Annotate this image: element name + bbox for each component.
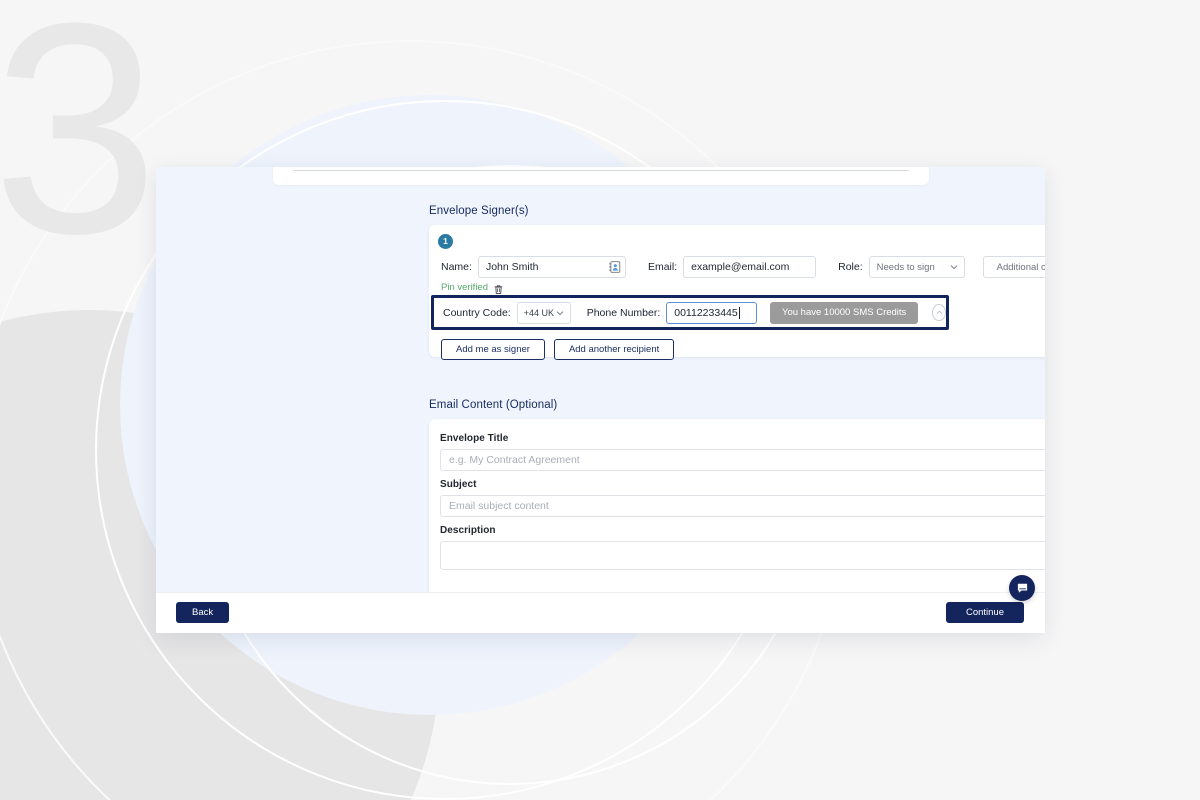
- signer-card: 1 Name: John Smith Email: example@email.…: [429, 225, 1045, 360]
- chevron-down-icon: [950, 263, 958, 271]
- subject-field-group: Subject Email subject content: [440, 479, 1045, 517]
- wizard-scroll-area[interactable]: Envelope Signer(s) 1 Name: John Smith Em…: [156, 167, 1045, 592]
- name-label: Name:: [441, 261, 472, 273]
- trash-icon[interactable]: [493, 282, 504, 294]
- phone-number-label: Phone Number:: [586, 306, 661, 319]
- email-input[interactable]: example@email.com: [683, 256, 817, 278]
- subject-label: Subject: [440, 479, 477, 490]
- phone-number-input[interactable]: 00112233445: [666, 301, 758, 324]
- chevron-up-icon: [936, 310, 942, 314]
- signer-actions-row: Add me as signer Add another recipient: [441, 339, 675, 360]
- country-code-select[interactable]: +44 UK: [516, 301, 571, 324]
- additional-options-value: Additional options: [996, 261, 1045, 273]
- continue-button[interactable]: Continue: [945, 602, 1024, 623]
- email-label: Email:: [647, 261, 678, 273]
- envelope-title-label: Envelope Title: [440, 433, 509, 444]
- subject-input[interactable]: Email subject content: [440, 495, 1045, 517]
- description-field-group: Description: [440, 525, 1045, 570]
- add-me-as-signer-button[interactable]: Add me as signer: [441, 339, 545, 360]
- step-number-watermark: 3: [0, 0, 159, 296]
- section-title-email-content: Email Content (Optional): [429, 399, 558, 411]
- name-input-value: John Smith: [485, 261, 539, 273]
- back-button[interactable]: Back: [176, 602, 230, 623]
- collapse-toggle-button[interactable]: [932, 304, 946, 321]
- country-code-label: Country Code:: [443, 306, 511, 319]
- country-code-value: +44 UK: [523, 307, 554, 318]
- chevron-down-icon: [556, 309, 564, 317]
- pin-status-row: Pin verified: [441, 282, 504, 294]
- additional-options-select[interactable]: Additional options: [982, 256, 1045, 278]
- phone-number-highlight-region: Country Code: +44 UK Phone Number: 00112…: [431, 295, 949, 330]
- description-label: Description: [440, 525, 496, 536]
- signer-index-badge: 1: [438, 234, 453, 249]
- role-label: Role:: [838, 261, 863, 273]
- name-input[interactable]: John Smith: [477, 256, 626, 278]
- phone-number-value: 00112233445: [674, 306, 738, 319]
- role-select[interactable]: Needs to sign: [868, 256, 965, 278]
- chat-launcher-button[interactable]: [1009, 575, 1035, 601]
- chat-bubble-icon: [1017, 583, 1027, 593]
- email-content-card: Envelope Title e.g. My Contract Agreemen…: [429, 419, 1045, 592]
- address-book-icon[interactable]: [608, 261, 621, 274]
- envelope-title-input[interactable]: e.g. My Contract Agreement: [440, 449, 1045, 471]
- sms-credits-tooltip: You have 10000 SMS Credits: [770, 301, 919, 324]
- pin-status-label: Pin verified: [441, 282, 488, 293]
- add-another-recipient-button[interactable]: Add another recipient: [553, 339, 675, 360]
- description-textarea[interactable]: [440, 541, 1045, 570]
- envelope-title-field-group: Envelope Title e.g. My Contract Agreemen…: [440, 433, 1045, 471]
- wizard-footer: Back Continue: [156, 592, 1045, 633]
- signer-primary-fields-row: Name: John Smith Email: example@email.co…: [441, 256, 1045, 278]
- divider-line: [293, 170, 909, 171]
- section-title-envelope-signers: Envelope Signer(s): [429, 205, 529, 217]
- envelope-wizard-window: Envelope Signer(s) 1 Name: John Smith Em…: [156, 167, 1045, 633]
- previous-section-card-clipped: [273, 167, 929, 185]
- text-caret: [738, 306, 740, 319]
- role-select-value: Needs to sign: [876, 261, 935, 273]
